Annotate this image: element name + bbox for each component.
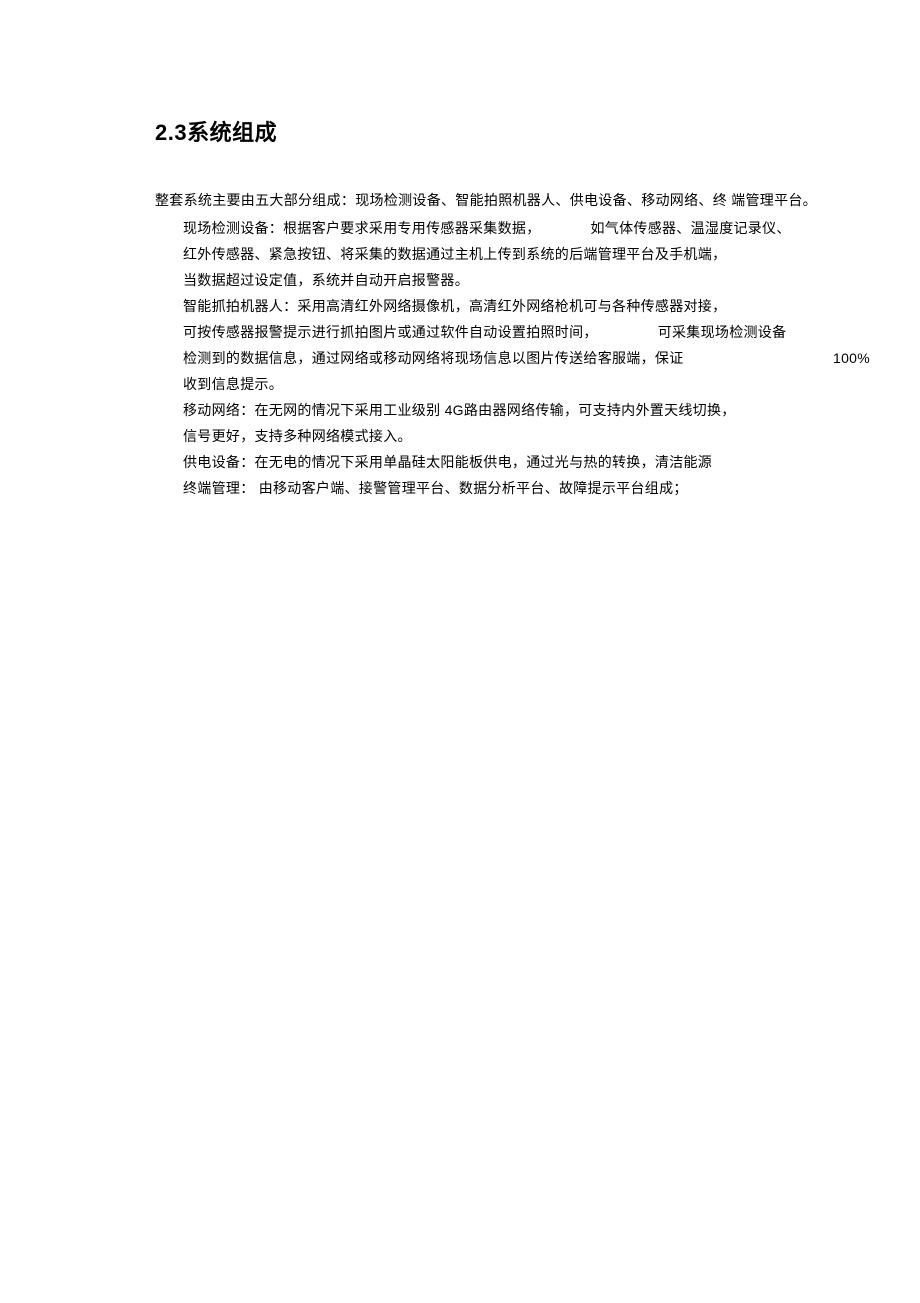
text-segment: 4G [445,402,464,418]
text-segment: 如气体传感器、温湿度记录仪、 [591,220,791,236]
percent-value: 100% [833,345,870,371]
text-line: 红外传感器、紧急按钮、将采集的数据通过主机上传到系统的后端管理平台及手机端， [183,241,840,267]
text-segment: 可按传感器报警提示进行抓拍图片或通过软件自动设置拍照时间， [183,324,598,340]
text-line: 现场检测设备：根据客户要求采用专用传感器采集数据， 如气体传感器、温湿度记录仪、 [183,215,840,241]
body-text: 现场检测设备：根据客户要求采用专用传感器采集数据，如气体传感器、温湿度记录仪、 … [155,215,840,501]
text-segment: 现场检测设备：根据客户要求采用专用传感器采集数据， [183,220,541,236]
text-line: 智能抓拍机器人：采用高清红外网络摄像机，高清红外网络枪机可与各种传感器对接， [183,293,840,319]
text-segment: 可采集现场检测设备 [658,324,787,340]
text-line: 收到信息提示。 [183,371,840,397]
text-line: 终端管理： 由移动客户端、接警管理平台、数据分析平台、故障提示平台组成； [183,475,840,501]
text-line: 信号更好，支持多种网络模式接入。 [183,423,840,449]
intro-paragraph: 整套系统主要由五大部分组成：现场检测设备、智能拍照机器人、供电设备、移动网络、终… [155,187,840,213]
text-line: 移动网络：在无网的情况下采用工业级别 4G路由器网络传输，可支持内外置天线切换， [183,397,840,423]
text-segment: 路由器网络传输，可支持内外置天线切换， [464,402,736,418]
section-heading: 2.3系统组成 [155,115,840,147]
text-line: 供电设备：在无电的情况下采用单晶硅太阳能板供电，通过光与热的转换，清洁能源 [183,449,840,475]
text-segment: 移动网络：在无网的情况下采用工业级别 [183,402,445,418]
text-line: 当数据超过设定值，系统并自动开启报警器。 [183,267,840,293]
text-segment: 检测到的数据信息，通过网络或移动网络将现场信息以图片传送给客服端，保证 [183,350,684,366]
text-line: 检测到的数据信息，通过网络或移动网络将现场信息以图片传送给客服端，保证100% [183,345,840,371]
text-line: 可按传感器报警提示进行抓拍图片或通过软件自动设置拍照时间， 可采集现场检测设备 [183,319,840,345]
